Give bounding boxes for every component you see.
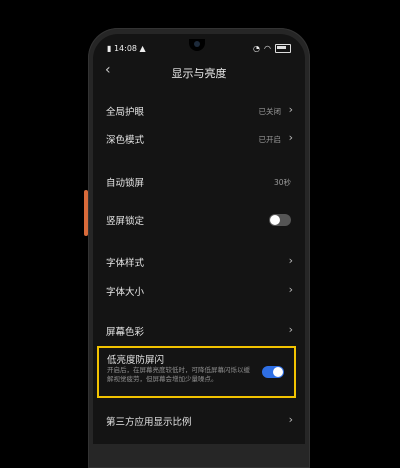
chevron-right-icon: › (288, 254, 293, 267)
page-header: ‹ 显示与亮度 (93, 62, 305, 86)
chevron-right-icon: › (288, 283, 293, 296)
setting-row-auto-lock[interactable]: 自动锁屏 30秒 (93, 171, 305, 193)
setting-row-font-style[interactable]: 字体样式 › (93, 251, 305, 273)
setting-row-screen-color[interactable]: 屏幕色彩 › (93, 320, 305, 342)
chevron-right-icon: › (288, 413, 293, 426)
setting-label: 低亮度防屏闪 (107, 355, 165, 366)
setting-label: 自动锁屏 (106, 178, 145, 189)
setting-description: 开启后，在屏幕亮度较低时，可降低屏幕闪烁以缓解视觉疲劳，但屏幕会增加少量噪点。 (107, 366, 250, 383)
low-brightness-flicker-highlight: 低亮度防屏闪 开启后，在屏幕亮度较低时，可降低屏幕闪烁以缓解视觉疲劳，但屏幕会增… (97, 346, 296, 398)
setting-label: 第三方应用显示比例 (106, 417, 192, 428)
alarm-icon: ◔ (253, 43, 261, 53)
battery-icon (275, 43, 291, 53)
page-title: 显示与亮度 (171, 67, 227, 80)
status-time: ▮ 14:08 ▲ (107, 43, 146, 53)
setting-label: 竖屏锁定 (106, 216, 145, 227)
setting-label: 字体大小 (106, 287, 145, 298)
setting-value: 已开启 (258, 134, 282, 144)
setting-value: 30秒 (273, 177, 291, 187)
toggle-knob (273, 367, 283, 377)
status-bar: ▮ 14:08 ▲ ◔ ◠ (107, 41, 291, 55)
chevron-right-icon: › (288, 323, 293, 336)
setting-label: 字体样式 (106, 258, 145, 269)
setting-label: 全局护眼 (106, 107, 145, 118)
setting-label: 深色模式 (106, 135, 145, 146)
phone-screen: ▮ 14:08 ▲ ◔ ◠ ‹ 显示与亮度 全局护眼 已关闭 › 深色模式 已开… (93, 34, 305, 444)
status-icons: ◔ ◠ (253, 43, 291, 53)
low-brightness-flicker-toggle[interactable] (262, 366, 284, 378)
toggle-knob (270, 215, 280, 225)
setting-label: 屏幕色彩 (106, 327, 145, 338)
setting-row-dark-mode[interactable]: 深色模式 已开启 › (93, 128, 305, 150)
setting-row-third-party-ratio[interactable]: 第三方应用显示比例 › (93, 410, 305, 432)
setting-row-font-size[interactable]: 字体大小 › (93, 280, 305, 302)
setting-row-portrait-lock: 竖屏锁定 (93, 209, 305, 231)
portrait-lock-toggle[interactable] (269, 214, 291, 226)
setting-value: 已关闭 (258, 106, 282, 116)
chevron-right-icon: › (288, 103, 293, 116)
wifi-icon: ◠ (264, 43, 271, 53)
chevron-right-icon: › (288, 131, 293, 144)
setting-row-global-eye-care[interactable]: 全局护眼 已关闭 › (93, 100, 305, 122)
side-button (84, 190, 88, 236)
